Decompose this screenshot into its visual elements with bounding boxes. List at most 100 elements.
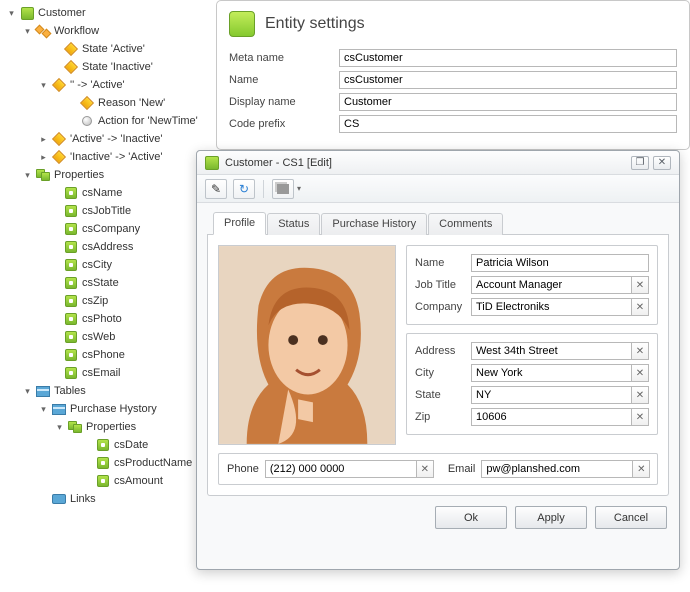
property-icon xyxy=(65,277,77,289)
tree-node-property[interactable]: ·csAddress xyxy=(2,238,208,256)
tree-node-property[interactable]: ·csCompany xyxy=(2,220,208,238)
collapse-icon[interactable]: ▾ xyxy=(22,386,33,397)
entity-icon xyxy=(229,11,255,37)
tree-node-property[interactable]: ·csProductName xyxy=(2,454,208,472)
tree-node-links[interactable]: ·Links xyxy=(2,490,208,508)
tree-node-property[interactable]: ·csState xyxy=(2,274,208,292)
wand-icon: ✎ xyxy=(211,182,221,196)
tree-node-property[interactable]: ·csPhoto xyxy=(2,310,208,328)
layers-button[interactable] xyxy=(272,179,294,199)
collapse-icon[interactable]: ▾ xyxy=(6,8,17,19)
property-icon xyxy=(65,205,77,217)
tree-node-transition[interactable]: ▾ '' -> 'Active' xyxy=(2,76,208,94)
clear-button[interactable]: ✕ xyxy=(632,460,650,478)
label: Company xyxy=(415,301,471,313)
clear-button[interactable]: ✕ xyxy=(631,386,649,404)
tab-profile[interactable]: Profile xyxy=(213,212,266,235)
tree-label: csWeb xyxy=(82,331,115,343)
customer-photo[interactable] xyxy=(218,245,396,445)
tree-label: Workflow xyxy=(54,25,99,37)
display-name-field[interactable] xyxy=(339,93,677,111)
city-field[interactable] xyxy=(471,364,631,382)
entity-settings-panel: Entity settings Meta name Name Display n… xyxy=(216,0,690,150)
tree-node-reason[interactable]: ·Reason 'New' xyxy=(2,94,208,112)
tree-node-state[interactable]: ·State 'Active' xyxy=(2,40,208,58)
tree-node-tables[interactable]: ▾Tables xyxy=(2,382,208,400)
tree-label: csPhoto xyxy=(82,313,122,325)
tree-node-property[interactable]: ·csJobTitle xyxy=(2,202,208,220)
tree-label: 'Inactive' -> 'Active' xyxy=(70,151,162,163)
tree-node-property[interactable]: ·csWeb xyxy=(2,328,208,346)
tree-node-state[interactable]: ·State 'Inactive' xyxy=(2,58,208,76)
ok-button[interactable]: Ok xyxy=(435,506,507,529)
tab-comments[interactable]: Comments xyxy=(428,213,503,235)
dropdown-icon[interactable]: ▾ xyxy=(297,184,305,193)
label: Meta name xyxy=(229,52,339,64)
tree-node-property[interactable]: ·csCity xyxy=(2,256,208,274)
collapse-icon[interactable]: ▾ xyxy=(54,422,65,433)
refresh-icon: ↻ xyxy=(239,182,249,196)
tree-node-table[interactable]: ▾Purchase Hystory xyxy=(2,400,208,418)
tree-node-property[interactable]: ·csPhone xyxy=(2,346,208,364)
name-field[interactable] xyxy=(339,71,677,89)
state-field[interactable] xyxy=(471,386,631,404)
zip-field[interactable] xyxy=(471,408,631,426)
close-button[interactable]: ✕ xyxy=(653,156,671,170)
wizard-button[interactable]: ✎ xyxy=(205,179,227,199)
label: State xyxy=(415,389,471,401)
tree-node-properties[interactable]: ▾Properties xyxy=(2,418,208,436)
code-prefix-field[interactable] xyxy=(339,115,677,133)
collapse-icon[interactable]: ▾ xyxy=(38,404,49,415)
tree-node-transition[interactable]: ▸'Active' -> 'Inactive' xyxy=(2,130,208,148)
tree-node-workflow[interactable]: ▾ Workflow xyxy=(2,22,208,40)
tree-node-property[interactable]: ·csDate xyxy=(2,436,208,454)
expand-icon[interactable]: ▸ xyxy=(38,152,49,163)
property-icon xyxy=(65,349,77,361)
name-field[interactable] xyxy=(471,254,649,272)
maximize-button[interactable]: ❐ xyxy=(631,156,649,170)
tree-node-transition[interactable]: ▸ 'Inactive' -> 'Active' xyxy=(2,148,208,166)
properties-group-icon xyxy=(36,169,50,181)
dialog-toolbar: ✎ ↻ ▾ xyxy=(197,175,679,203)
tree-node-customer[interactable]: ▾Customer xyxy=(2,4,208,22)
apply-button[interactable]: Apply xyxy=(515,506,587,529)
workflow-icon xyxy=(36,25,50,37)
tree-label: csAddress xyxy=(82,241,133,253)
cancel-button[interactable]: Cancel xyxy=(595,506,667,529)
tree-label: '' -> 'Active' xyxy=(70,79,125,91)
tab-strip: Profile Status Purchase History Comments xyxy=(207,211,669,235)
tree-node-property[interactable]: ·csAmount xyxy=(2,472,208,490)
table-icon xyxy=(52,404,66,415)
tree-node-property[interactable]: ·csZip xyxy=(2,292,208,310)
tree-node-property[interactable]: ·csEmail xyxy=(2,364,208,382)
collapse-icon[interactable]: ▾ xyxy=(22,26,33,37)
label: Name xyxy=(229,74,339,86)
tree-label: Action for 'NewTime' xyxy=(98,115,198,127)
clear-button[interactable]: ✕ xyxy=(631,298,649,316)
tree-node-action[interactable]: ·Action for 'NewTime' xyxy=(2,112,208,130)
tree-label: State 'Inactive' xyxy=(82,61,153,73)
tree-node-properties[interactable]: ▾Properties xyxy=(2,166,208,184)
tab-status[interactable]: Status xyxy=(267,213,320,235)
phone-field[interactable] xyxy=(265,460,416,478)
clear-button[interactable]: ✕ xyxy=(631,342,649,360)
company-field[interactable] xyxy=(471,298,631,316)
expand-icon[interactable]: ▸ xyxy=(38,134,49,145)
identity-group: Name Job Title✕ Company✕ xyxy=(406,245,658,325)
entity-tree[interactable]: ▾Customer ▾ Workflow ·State 'Active' ·Sta… xyxy=(0,0,210,592)
clear-button[interactable]: ✕ xyxy=(631,276,649,294)
collapse-icon[interactable]: ▾ xyxy=(38,80,49,91)
jobtitle-field[interactable] xyxy=(471,276,631,294)
meta-name-field[interactable] xyxy=(339,49,677,67)
dialog-titlebar[interactable]: Customer - CS1 [Edit] ❐ ✕ xyxy=(197,151,679,175)
clear-button[interactable]: ✕ xyxy=(416,460,434,478)
collapse-icon[interactable]: ▾ xyxy=(22,170,33,181)
tree-node-property[interactable]: ·csName xyxy=(2,184,208,202)
refresh-button[interactable]: ↻ xyxy=(233,179,255,199)
tab-purchase-history[interactable]: Purchase History xyxy=(321,213,427,235)
tree-label: csJobTitle xyxy=(82,205,131,217)
email-field[interactable] xyxy=(481,460,632,478)
address-field[interactable] xyxy=(471,342,631,360)
clear-button[interactable]: ✕ xyxy=(631,364,649,382)
clear-button[interactable]: ✕ xyxy=(631,408,649,426)
